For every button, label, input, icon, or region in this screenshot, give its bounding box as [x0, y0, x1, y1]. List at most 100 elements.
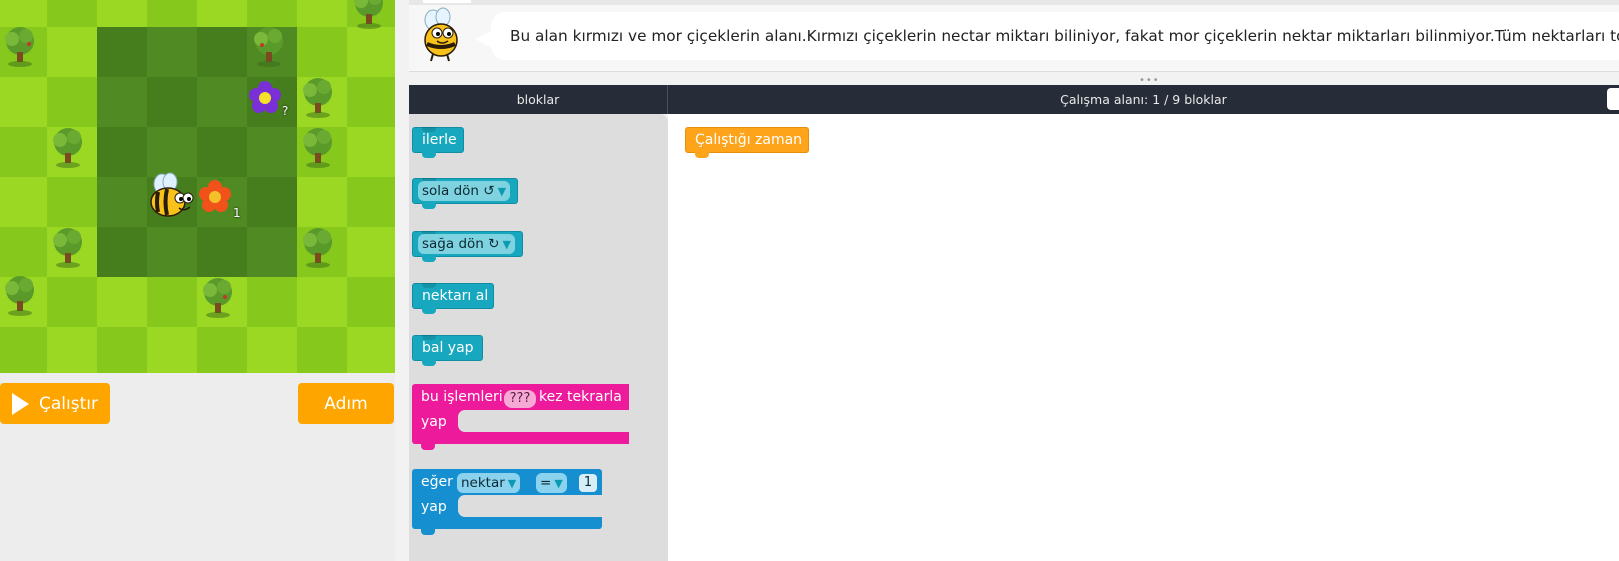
block-if[interactable]: eğer nektar ▼ = ▼ 1 yap: [412, 469, 602, 535]
tree-icon: [303, 78, 332, 118]
tree-icon: [53, 128, 82, 168]
block-make-honey[interactable]: bal yap: [412, 335, 483, 366]
tree-icon: [5, 276, 34, 316]
field-tile: [197, 127, 247, 177]
grass-tile: [297, 27, 347, 77]
grass-tile: [47, 77, 97, 127]
instruction-bubble: Bu alan kırmızı ve mor çiçeklerin alanı.…: [491, 12, 1619, 60]
repeat-suffix: kez tekrarla: [539, 389, 622, 405]
step-button-label: Adım: [324, 393, 368, 414]
grass-tile: [0, 127, 47, 177]
if-variable-dropdown[interactable]: nektar ▼: [457, 473, 521, 493]
red-flower-nectar: 1: [233, 206, 241, 220]
grass-tile: [297, 0, 347, 27]
turn-left-dropdown[interactable]: sola dön ↺ ▼: [418, 181, 511, 201]
block-label: bal yap: [422, 340, 474, 356]
grass-tile: [147, 0, 197, 27]
grass-tile: [0, 227, 47, 277]
block-turn-right[interactable]: sağa dön ↻ ▼: [412, 231, 523, 262]
bee-avatar-icon: [424, 7, 458, 62]
red-flower-icon: [199, 178, 231, 212]
if-value-field[interactable]: 1: [579, 474, 597, 492]
grass-tile: [347, 327, 395, 373]
block-repeat[interactable]: bu işlemleri ??? kez tekrarla yap: [412, 384, 629, 450]
tree-icon: [303, 128, 332, 168]
repeat-statement-slot: [458, 410, 629, 432]
if-label: eğer: [421, 474, 453, 490]
field-tile: [147, 27, 197, 77]
grass-tile: [347, 277, 395, 327]
block-label: sola dön ↺: [422, 183, 495, 199]
when-run-label: Çalıştığı zaman: [695, 132, 803, 148]
tree-icon: [53, 228, 82, 268]
toolbox-header: bloklar: [409, 85, 668, 114]
tree-icon: [254, 27, 283, 67]
if-operator-dropdown[interactable]: = ▼: [536, 473, 567, 493]
purple-flower-nectar: ?: [282, 104, 289, 118]
repeat-count-field[interactable]: ???: [504, 390, 536, 408]
block-move-forward[interactable]: ilerle: [412, 127, 464, 158]
step-button[interactable]: Adım: [298, 383, 394, 424]
grass-tile: [97, 277, 147, 327]
instructions-topbar: [409, 0, 1619, 5]
field-tile: [247, 227, 297, 277]
workspace-header: Çalışma alanı: 1 / 9 bloklar: [668, 85, 1619, 114]
grass-tile: [197, 0, 247, 27]
repeat-do-label: yap: [421, 414, 447, 430]
grass-tile: [297, 277, 347, 327]
grass-tile: [0, 77, 47, 127]
instruction-text: Bu alan kırmızı ve mor çiçeklerin alanı.…: [510, 27, 1619, 45]
grass-tile: [347, 177, 395, 227]
repeat-prefix: bu işlemleri: [421, 389, 503, 405]
grass-tile: [0, 327, 47, 373]
grass-tile: [247, 0, 297, 27]
game-area: ? 1: [0, 0, 395, 373]
tree-icon: [354, 0, 383, 29]
field-tile: [97, 27, 147, 77]
run-button-label: Çalıştır: [39, 393, 98, 414]
grass-tile: [247, 327, 297, 373]
turn-right-dropdown[interactable]: sağa dön ↻ ▼: [418, 234, 515, 254]
grass-tile: [97, 327, 147, 373]
grass-tile: [147, 277, 197, 327]
grass-tile: [147, 327, 197, 373]
block-turn-left[interactable]: sola dön ↺ ▼: [412, 178, 518, 209]
run-button[interactable]: Çalıştır: [0, 383, 110, 424]
bee-icon: [150, 172, 194, 217]
field-tile: [97, 227, 147, 277]
field-tile: [97, 177, 147, 227]
block-label: ilerle: [422, 132, 457, 148]
toolbox: ilerle sola dön ↺ ▼ sağa dön ↻ ▼ nektarı a…: [409, 114, 668, 561]
field-tile: [247, 127, 297, 177]
grass-tile: [297, 327, 347, 373]
grass-tile: [47, 327, 97, 373]
field-tile: [197, 227, 247, 277]
dropdown-arrow-icon: ▼: [554, 477, 563, 490]
field-tile: [147, 77, 197, 127]
field-tile: [247, 177, 297, 227]
grass-tile: [347, 227, 395, 277]
game-controls: Çalıştır Adım: [0, 373, 395, 561]
grass-tile: [47, 0, 97, 27]
instructions-panel: Bu alan kırmızı ve mor çiçeklerin alanı.…: [409, 0, 1619, 72]
grass-tile: [347, 27, 395, 77]
grass-tile: [0, 177, 47, 227]
grass-tile: [47, 277, 97, 327]
toolbox-header-label: bloklar: [516, 92, 560, 107]
field-tile: [97, 77, 147, 127]
grass-tile: [347, 77, 395, 127]
tree-icon: [203, 278, 232, 318]
block-when-run[interactable]: Çalıştığı zaman: [685, 127, 809, 158]
field-tile: [97, 127, 147, 177]
purple-flower-icon: [249, 79, 281, 113]
dropdown-arrow-icon: ▼: [507, 477, 517, 490]
grass-tile: [197, 327, 247, 373]
workspace[interactable]: Çalıştığı zaman: [668, 114, 1619, 561]
grass-tile: [347, 127, 395, 177]
dropdown-arrow-icon: ▼: [497, 185, 507, 198]
block-get-nectar[interactable]: nektarı al: [412, 283, 494, 314]
tree-icon: [5, 27, 34, 67]
field-tile: [197, 27, 247, 77]
grass-tile: [247, 277, 297, 327]
header-action-button[interactable]: [1607, 88, 1619, 110]
